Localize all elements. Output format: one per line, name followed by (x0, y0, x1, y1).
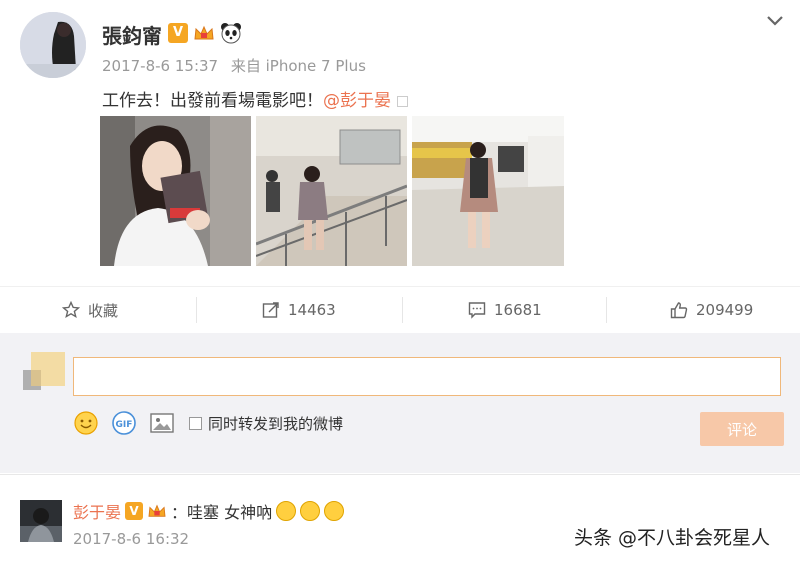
panda-icon[interactable] (220, 22, 242, 44)
thumbs-up-icon (670, 302, 688, 319)
like-count: 209499 (696, 301, 754, 319)
post-body: 工作去！出發前看場電影吧！ (102, 91, 323, 111)
post-date[interactable]: 2017-8-6 15:37 (102, 57, 218, 75)
mention-link[interactable]: @彭于晏 (323, 91, 391, 111)
reply-avatar[interactable] (20, 500, 62, 542)
divider (0, 474, 800, 475)
star-icon (62, 301, 80, 319)
verified-badge[interactable]: V (125, 502, 144, 520)
watermark: 头条 @不八卦会死星人 (574, 527, 771, 549)
mini-icon (397, 95, 408, 107)
crown-icon[interactable] (147, 503, 167, 519)
submit-comment-button[interactable]: 评论 (700, 412, 784, 446)
image-icon[interactable] (149, 410, 175, 436)
author-name[interactable]: 張鈞甯 (102, 20, 162, 49)
comment-input[interactable] (73, 357, 781, 396)
gif-icon[interactable]: GIF (111, 410, 137, 436)
reply-time: 2017-8-6 16:32 (73, 530, 190, 548)
divider (402, 297, 403, 323)
shocked-emoji-icon (324, 501, 345, 521)
post-meta: 2017-8-6 15:37 来自 iPhone 7 Plus (102, 55, 374, 76)
shocked-emoji-icon (276, 501, 297, 521)
emoji-icon[interactable] (73, 410, 99, 436)
repost-count: 14463 (288, 301, 336, 319)
forward-checkbox[interactable]: 同时转发到我的微博 (189, 413, 343, 434)
comment-panel (0, 333, 800, 473)
reply-text: ：哇塞 女神吶 (171, 503, 273, 522)
shocked-emoji-icon (300, 501, 321, 521)
reply-line: 彭于晏 V ：哇塞 女神吶 (73, 499, 345, 523)
repost-button[interactable]: 14463 (262, 287, 336, 333)
comment-icon (468, 302, 486, 319)
checkbox-box[interactable] (189, 416, 202, 430)
composer-tools: GIF 同时转发到我的微博 (73, 410, 343, 436)
divider (196, 297, 197, 323)
comment-count: 16681 (494, 301, 542, 319)
my-avatar[interactable] (23, 352, 65, 394)
post-source: 来自 iPhone 7 Plus (230, 57, 366, 75)
post-photo-3[interactable] (412, 116, 564, 266)
author-badges: V (168, 22, 242, 44)
post-text: 工作去！出發前看場電影吧！@彭于晏 (102, 86, 408, 111)
repost-icon (262, 302, 279, 318)
like-button[interactable]: 209499 (670, 287, 753, 333)
comment-button[interactable]: 16681 (468, 287, 542, 333)
author-avatar[interactable] (20, 12, 86, 78)
divider (606, 297, 607, 323)
favorite-label: 收藏 (88, 301, 119, 320)
verified-badge[interactable]: V (168, 23, 188, 43)
crown-icon[interactable] (193, 24, 215, 42)
forward-label: 同时转发到我的微博 (208, 414, 344, 433)
post-photo-2[interactable] (256, 116, 407, 266)
favorite-button[interactable]: 收藏 (62, 287, 118, 333)
chevron-down-icon[interactable] (764, 10, 786, 32)
reply-username[interactable]: 彭于晏 (73, 499, 121, 523)
gif-icon-label: GIF (116, 420, 133, 430)
post-photo-1[interactable] (100, 116, 251, 266)
action-bar: 收藏 14463 16681 209499 (0, 286, 800, 333)
